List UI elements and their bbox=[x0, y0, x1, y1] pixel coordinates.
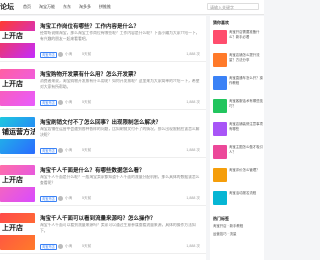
nav-item-pintuitui[interactable]: 拼推推 bbox=[99, 4, 111, 10]
post-time: 5天前 bbox=[82, 148, 92, 152]
article-item[interactable]: 上开店 淘宝工作岗位有哪些？工作内容是什么？ 经常听说做淘宝，那么淘宝工作岗位有… bbox=[0, 16, 206, 62]
sidebar-thumbnail[interactable] bbox=[213, 76, 227, 90]
read-count: 1,888 次 bbox=[186, 148, 200, 152]
article-thumbnail[interactable]: 上开店 bbox=[0, 21, 35, 58]
thumbnail-text: 上开店 bbox=[0, 79, 35, 91]
article-title[interactable]: 淘宝工作岗位有哪些？工作内容是什么？ bbox=[40, 22, 139, 30]
thumbnail-text: 上开店 bbox=[0, 223, 35, 235]
hot-tag-item[interactable]: 运营技巧 · 流量 bbox=[213, 232, 264, 237]
article-snippet: 淘宝千人千面可以看到流量来源吗？卖家可以通过生意参谋查看流量来源，具体的操作方法… bbox=[40, 223, 196, 233]
author-name[interactable]: 小淘 bbox=[65, 100, 72, 105]
sidebar-item-title[interactable]: 淘宝评价怎么管理？ bbox=[229, 168, 264, 182]
author-name[interactable]: 小淘 bbox=[65, 196, 72, 201]
sidebar-item-title[interactable]: 淘宝客服话术有哪些技巧？ bbox=[229, 99, 264, 113]
post-time: 5天前 bbox=[82, 196, 92, 200]
sidebar-item[interactable]: 淘宝评价怎么管理？ bbox=[213, 168, 264, 190]
sidebar-item-title[interactable]: 淘宝主图怎么做才吸引人？ bbox=[229, 145, 264, 159]
article-snippet: 淘宝千人千面是什么呢？一般淘宝卖家都知道千人千面的流量分配机制，那么具体的数据该… bbox=[40, 175, 200, 185]
read-count: 1,888 次 bbox=[186, 52, 200, 56]
article-meta: 淘宝开店 小淘 5天前 1,888 次 bbox=[40, 196, 200, 202]
article-thumbnail[interactable]: 上开店 bbox=[0, 213, 35, 250]
article-item[interactable]: 铺运营方法 淘宝刷销文付不了怎么回事？出现限制怎么解决？ 淘宝店铺在运营中会遇到… bbox=[0, 112, 206, 158]
sidebar-item[interactable]: 淘宝店铺装修注意事项有哪些 bbox=[213, 122, 264, 144]
read-count: 1,888 次 bbox=[186, 100, 200, 104]
article-title[interactable]: 淘宝千人千面可以看到流量来源吗？怎么操作？ bbox=[40, 214, 156, 222]
article-snippet: 淘宝店铺在运营中会遇到各种各样的问题，比如刷销文付不了的情况，那么出现限制应该怎… bbox=[40, 127, 200, 137]
read-count: 1,888 次 bbox=[186, 244, 200, 248]
sidebar-thumbnail[interactable] bbox=[213, 168, 227, 182]
article-item[interactable]: 上开店 淘宝千人千面是什么？有哪些数据怎么看？ 淘宝千人千面是什么呢？一般淘宝卖… bbox=[0, 160, 206, 206]
category-tag[interactable]: 淘宝开店 bbox=[40, 52, 57, 58]
sidebar-item[interactable]: 淘宝活动报名流程 bbox=[213, 191, 264, 213]
sidebar-thumbnail[interactable] bbox=[213, 53, 227, 67]
main-nav: 首页 淘宝万能 东东 淘多多 拼推推 bbox=[23, 4, 111, 10]
avatar bbox=[58, 196, 63, 201]
sidebar-thumbnail[interactable] bbox=[213, 99, 227, 113]
sidebar-thumbnail[interactable] bbox=[213, 191, 227, 205]
author-name[interactable]: 小淘 bbox=[65, 244, 72, 249]
sidebar-item-title[interactable]: 淘宝直通车怎么开？操作教程 bbox=[229, 76, 264, 90]
article-item[interactable]: 上开店 淘宝千人千面可以看到流量来源吗？怎么操作？ 淘宝千人千面可以看到流量来源… bbox=[0, 208, 206, 254]
sidebar-item[interactable]: 淘宝直通车怎么开？操作教程 bbox=[213, 76, 264, 98]
post-time: 5天前 bbox=[82, 52, 92, 56]
avatar bbox=[58, 100, 63, 105]
article-list: 上开店 淘宝工作岗位有哪些？工作内容是什么？ 经常听说做淘宝，那么淘宝工作岗位有… bbox=[0, 16, 206, 260]
post-time: 5天前 bbox=[82, 100, 92, 104]
article-thumbnail[interactable]: 上开店 bbox=[0, 69, 35, 106]
article-meta: 淘宝开店 小淘 5天前 1,888 次 bbox=[40, 52, 200, 58]
article-title[interactable]: 淘宝千人千面是什么？有哪些数据怎么看？ bbox=[40, 166, 145, 174]
sidebar-item[interactable]: 淘宝开店需要准备什么？新手必看 bbox=[213, 30, 264, 52]
category-tag[interactable]: 淘宝开店 bbox=[40, 244, 57, 250]
sidebar-item[interactable]: 淘宝主图怎么做才吸引人？ bbox=[213, 145, 264, 167]
avatar bbox=[58, 244, 63, 249]
nav-item-dongdong[interactable]: 东东 bbox=[63, 4, 71, 10]
nav-item-taoduoduo[interactable]: 淘多多 bbox=[79, 4, 91, 10]
read-count: 1,888 次 bbox=[186, 196, 200, 200]
category-tag[interactable]: 淘宝开店 bbox=[40, 100, 57, 106]
category-tag[interactable]: 淘宝开店 bbox=[40, 196, 57, 202]
top-bar: 论坛 首页 淘宝万能 东东 淘多多 拼推推 请输入关键字 bbox=[0, 0, 264, 15]
post-time: 5天前 bbox=[82, 244, 92, 248]
thumbnail-text: 铺运营方法 bbox=[0, 127, 35, 139]
author-name[interactable]: 小淘 bbox=[65, 148, 72, 153]
article-snippet: 经常听说做淘宝，那么淘宝工作岗位有哪些呢？工作内容是什么呢？下面小编为大家介绍一… bbox=[40, 31, 200, 41]
article-snippet: 消费者来说，淘宝购物开发票有什么用呢？如何开发票呢？这里来为大家简单的介绍一下，… bbox=[40, 79, 200, 89]
category-tag[interactable]: 淘宝开店 bbox=[40, 148, 57, 154]
sidebar-item[interactable]: 淘宝客服话术有哪些技巧？ bbox=[213, 99, 264, 121]
article-title[interactable]: 淘宝购物开发票有什么用？怎么开发票？ bbox=[40, 70, 139, 78]
sidebar-item-title[interactable]: 淘宝店铺怎么提升流量？方法分享 bbox=[229, 53, 264, 67]
article-title[interactable]: 淘宝刷销文付不了怎么回事？出现限制怎么解决？ bbox=[40, 118, 161, 126]
article-meta: 淘宝开店 小淘 5天前 1,888 次 bbox=[40, 148, 200, 154]
site-logo[interactable]: 论坛 bbox=[0, 2, 14, 12]
hot-tags-title: 热门标签 bbox=[213, 216, 229, 221]
article-thumbnail[interactable]: 铺运营方法 bbox=[0, 117, 35, 154]
article-meta: 淘宝开店 小淘 5天前 1,888 次 bbox=[40, 244, 200, 250]
avatar bbox=[58, 148, 63, 153]
search-input[interactable]: 请输入关键字 bbox=[207, 3, 259, 10]
nav-item-home[interactable]: 首页 bbox=[23, 4, 31, 10]
hot-tag-item[interactable]: 淘宝开店 · 新手教程 bbox=[213, 224, 264, 229]
thumbnail-text: 上开店 bbox=[0, 31, 35, 43]
article-item[interactable]: 上开店 淘宝购物开发票有什么用？怎么开发票？ 消费者来说，淘宝购物开发票有什么用… bbox=[0, 64, 206, 110]
nav-item-taobao[interactable]: 淘宝万能 bbox=[39, 4, 55, 10]
sidebar-thumbnail[interactable] bbox=[213, 145, 227, 159]
sidebar-item[interactable]: 淘宝店铺怎么提升流量？方法分享 bbox=[213, 53, 264, 75]
sidebar-thumbnail[interactable] bbox=[213, 30, 227, 44]
sidebar-thumbnail[interactable] bbox=[213, 122, 227, 136]
sidebar-item-title[interactable]: 淘宝开店需要准备什么？新手必看 bbox=[229, 30, 264, 44]
article-thumbnail[interactable]: 上开店 bbox=[0, 165, 35, 202]
avatar bbox=[58, 52, 63, 57]
thumbnail-text: 上开店 bbox=[0, 175, 35, 187]
sidebar-title: 猜你喜欢 bbox=[213, 20, 229, 25]
sidebar: 猜你喜欢 热门标签 淘宝开店需要准备什么？新手必看 淘宝店铺怎么提升流量？方法分… bbox=[210, 16, 264, 260]
sidebar-item-title[interactable]: 淘宝店铺装修注意事项有哪些 bbox=[229, 122, 264, 136]
article-meta: 淘宝开店 小淘 5天前 1,888 次 bbox=[40, 100, 200, 106]
author-name[interactable]: 小淘 bbox=[65, 52, 72, 57]
sidebar-item-title[interactable]: 淘宝活动报名流程 bbox=[229, 191, 264, 205]
